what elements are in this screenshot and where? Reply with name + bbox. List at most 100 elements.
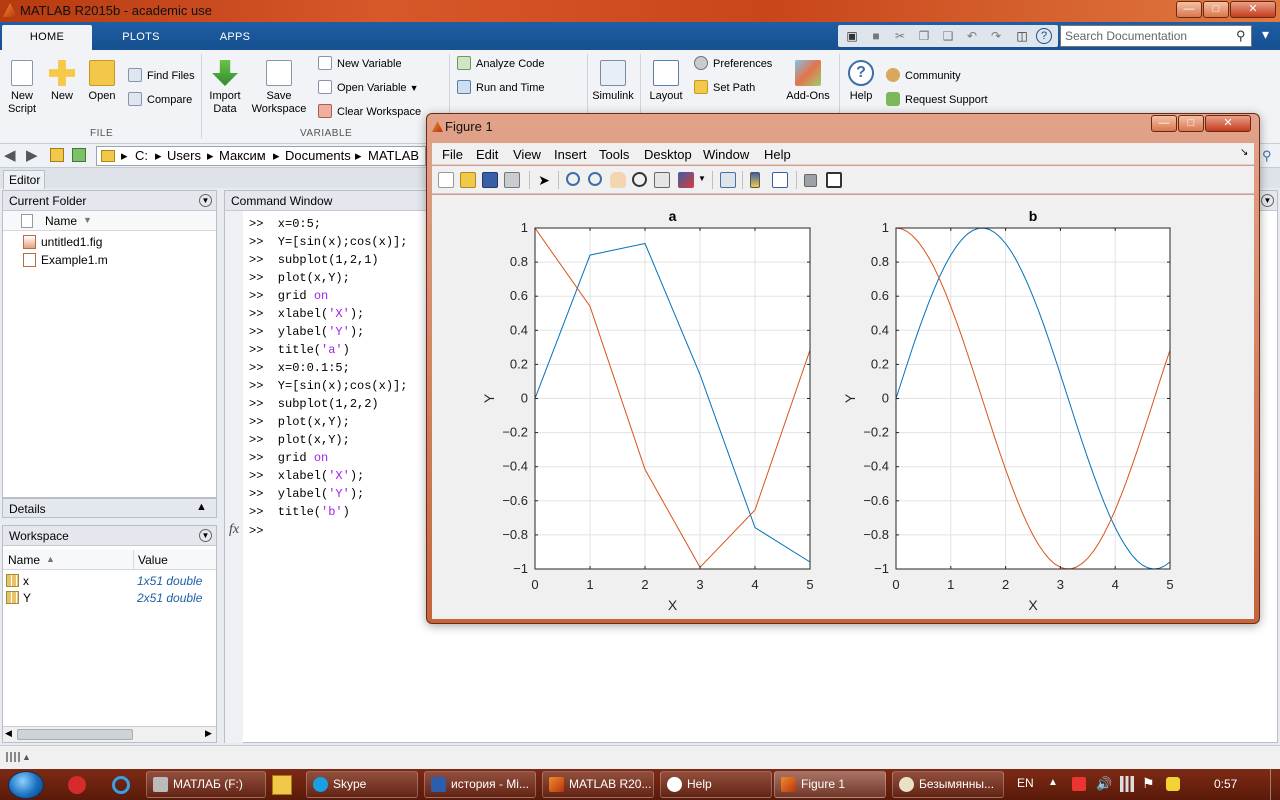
breadcrumb-drive[interactable]: C: [135,148,148,163]
open-variable-button[interactable]: Open Variable ▼ [318,79,419,97]
request-support-button[interactable]: Request Support [886,91,988,109]
chevron-up-icon[interactable]: ▲ [196,501,207,513]
scrollbar-thumb[interactable] [17,729,133,740]
value-column-label[interactable]: Value [138,553,168,567]
taskbar-item-drive[interactable]: МАТЛАБ (F:) [146,771,266,798]
command-prompt[interactable]: >> [249,524,263,538]
forward-icon[interactable]: ▶ [26,146,38,164]
data-cursor-icon[interactable] [654,172,670,188]
scroll-right-icon[interactable]: ▶ [205,728,212,739]
print-icon[interactable] [504,172,520,188]
taskbar-item-help[interactable]: Help [660,771,772,798]
back-icon[interactable]: ◀ [4,146,16,164]
quick-switch-windows-icon[interactable]: ◫ [1014,28,1030,44]
name-column-label[interactable]: Name [8,553,40,567]
pinned-yandex-icon[interactable] [68,776,86,794]
menu-file[interactable]: File [442,147,463,162]
quick-redo-icon[interactable]: ↷ [988,28,1004,44]
menu-tools[interactable]: Tools [599,147,629,162]
horizontal-scrollbar[interactable]: ◀ ▶ [3,726,216,742]
panel-actions-icon[interactable]: ▼ [1261,194,1274,207]
panel-actions-icon[interactable]: ▼ [199,529,212,542]
breadcrumb-documents[interactable]: Documents [285,148,351,163]
menu-desktop[interactable]: Desktop [644,147,692,162]
tray-expand-icon[interactable]: ▲ [1048,777,1058,788]
details-header[interactable]: Details [2,498,217,518]
quick-paste-icon[interactable]: ❑ [940,28,956,44]
language-indicator[interactable]: EN [1017,776,1034,790]
table-row[interactable]: Y 2x51 double [3,590,216,607]
path-field[interactable]: ▸ C: ▸ Users ▸ Максим ▸ Documents ▸ MATL… [96,146,426,166]
rotate-3d-icon[interactable] [632,172,647,187]
function-browser-icon[interactable]: fx [229,522,239,538]
breadcrumb-user[interactable]: Максим [219,148,266,163]
add-ons-button[interactable]: Add-Ons [784,54,832,103]
close-button[interactable]: ✕ [1230,1,1276,18]
figure-minimize-button[interactable]: — [1151,115,1177,132]
brush-icon[interactable] [678,172,694,188]
taskbar-item-word[interactable]: история - Mi... [424,771,536,798]
hide-plot-tools-icon[interactable] [804,174,817,187]
folder-column-header[interactable]: Name ▼ [3,211,216,231]
taskbar-item-skype[interactable]: Skype [306,771,418,798]
chevron-down-icon[interactable]: ▼ [698,174,706,183]
run-and-time-button[interactable]: Run and Time [457,79,544,97]
find-files-button[interactable]: Find Files [128,67,195,85]
new-variable-button[interactable]: New Variable [318,55,402,73]
menu-insert[interactable]: Insert [554,147,587,162]
pinned-ie-icon[interactable] [112,776,130,794]
editor-tab[interactable]: Editor [3,170,45,189]
tray-notification-icon[interactable] [1166,777,1180,791]
list-item[interactable]: untitled1.fig [3,233,216,251]
folder-search-icon[interactable]: ⚲ [1262,148,1272,164]
breadcrumb-matlab[interactable]: MATLAB [368,148,419,163]
menu-dock-icon[interactable]: ↘ [1240,147,1248,158]
browse-folder-icon[interactable] [72,148,86,162]
volume-icon[interactable]: 🔊 [1096,776,1112,792]
colorbar-icon[interactable] [750,172,760,188]
quick-undo-icon[interactable]: ↶ [964,28,980,44]
menu-window[interactable]: Window [703,147,749,162]
taskbar-item-figure[interactable]: Figure 1 [774,771,886,798]
new-script-button[interactable]: New Script [4,54,40,116]
taskbar-item-matlab[interactable]: MATLAB R20... [542,771,654,798]
figure-maximize-button[interactable]: □ [1178,115,1204,132]
link-plot-icon[interactable] [720,172,736,188]
tab-home[interactable]: HOME [2,25,92,50]
tab-apps[interactable]: APPS [190,25,280,50]
pointer-icon[interactable]: ➤ [536,172,552,188]
set-path-button[interactable]: Set Path [694,79,755,97]
collapse-ribbon-icon[interactable]: ▾ [1262,26,1269,43]
figure-plots[interactable]: 0 1 2 3 4 5 −1 −0.8 −0.6 −0.4 −0.2 0 0.2 0.4 0.6 0.8 1 a X… [432,195,1254,619]
simulink-button[interactable]: Simulink [592,54,634,103]
save-figure-icon[interactable] [482,172,498,188]
maximize-button[interactable]: □ [1203,1,1229,18]
open-button[interactable]: Open [84,54,120,103]
import-data-button[interactable]: Import Data [206,54,244,116]
compare-button[interactable]: Compare [128,91,192,109]
clear-workspace-button[interactable]: Clear Workspace [318,103,421,121]
network-icon[interactable] [1120,776,1134,792]
figure-close-button[interactable]: ✕ [1205,115,1251,132]
tray-security-icon[interactable] [1072,777,1086,791]
preferences-button[interactable]: Preferences [694,55,772,73]
minimize-button[interactable]: — [1176,1,1202,18]
panel-actions-icon[interactable]: ▼ [199,194,212,207]
layout-button[interactable]: Layout [646,54,686,103]
show-desktop-button[interactable] [1270,769,1280,800]
show-plot-tools-icon[interactable] [826,172,842,188]
zoom-out-icon[interactable] [588,172,602,186]
community-button[interactable]: Community [886,67,961,85]
save-workspace-button[interactable]: Save Workspace [248,54,310,116]
menu-view[interactable]: View [513,147,541,162]
help-button[interactable]: ? Help [844,54,878,103]
up-folder-icon[interactable] [50,148,64,162]
analyze-code-button[interactable]: Analyze Code [457,55,545,73]
pinned-media-icon[interactable] [272,775,292,795]
legend-icon[interactable] [772,172,788,188]
quick-copy-icon[interactable]: ❐ [916,28,932,44]
quick-cut-icon[interactable]: ✂ [892,28,908,44]
zoom-in-icon[interactable] [566,172,580,186]
pan-icon[interactable] [610,172,626,188]
new-figure-icon[interactable] [438,172,454,188]
